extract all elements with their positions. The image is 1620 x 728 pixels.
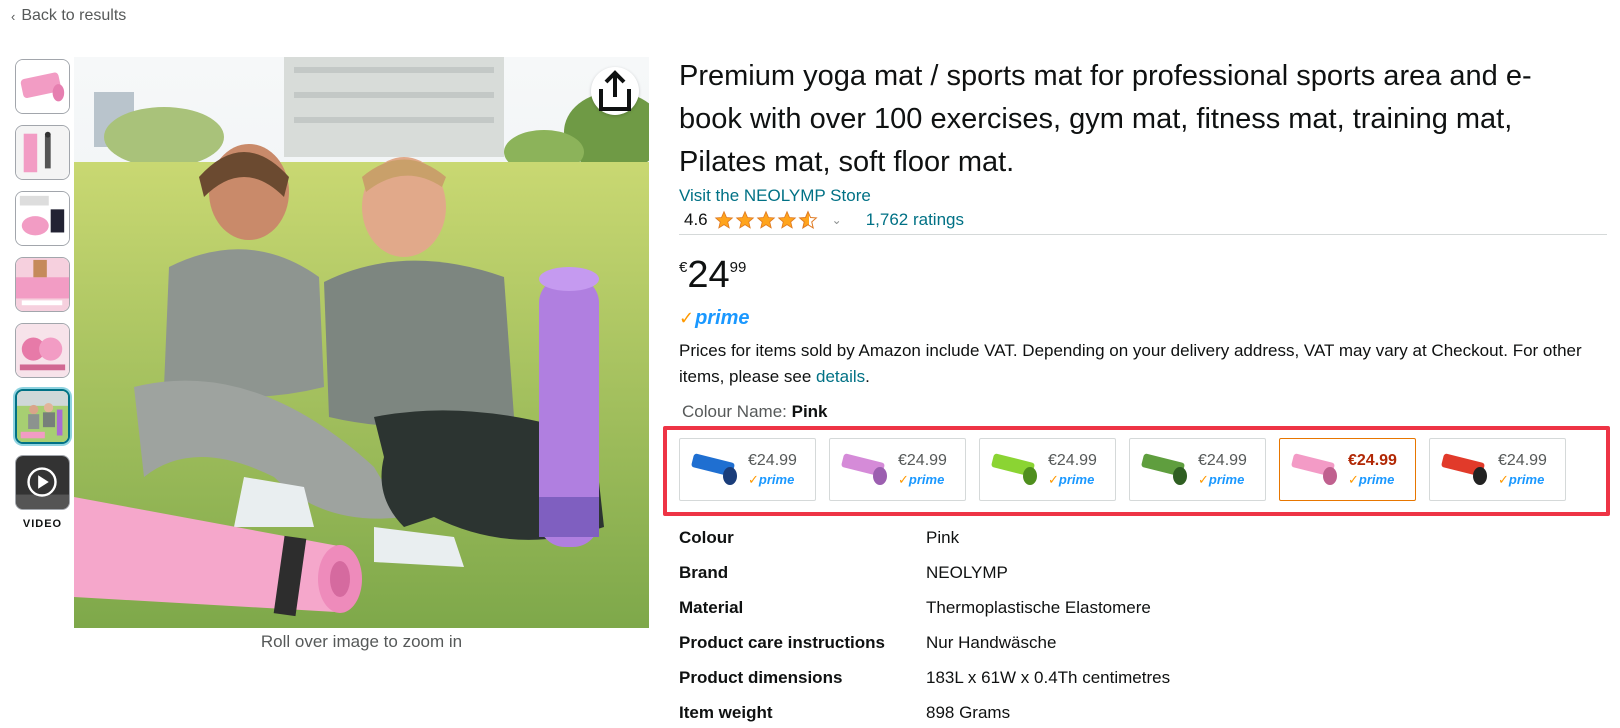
price-fraction: 99 — [729, 259, 747, 276]
yoga-mat-pink-icon — [1291, 453, 1337, 485]
swatch-price: €24.99 — [1348, 451, 1397, 469]
share-button[interactable] — [591, 67, 639, 115]
spec-value: Pink — [926, 527, 960, 547]
zoom-hint: Roll over image to zoom in — [260, 632, 463, 651]
thumbnail-6[interactable] — [15, 389, 70, 444]
colour-swatch-blue[interactable]: €24.99 ✓prime — [679, 438, 816, 501]
rating-row: 4.6 ⌄ 1,762 ratings — [679, 210, 1607, 235]
star-icon — [714, 210, 734, 229]
star-icon — [735, 210, 755, 229]
star-icon — [777, 210, 797, 229]
spec-row-dimensions: Product dimensions 183L x 61W x 0.4Th ce… — [679, 660, 1609, 695]
colour-name-value: Pink — [791, 402, 828, 421]
vat-text: Prices for items sold by Amazon include … — [679, 341, 1582, 386]
price-currency: € — [679, 259, 688, 276]
colour-swatch-red[interactable]: €24.99 ✓prime — [1429, 438, 1566, 501]
thumbnail-2[interactable] — [15, 125, 70, 180]
spec-value: Thermoplastische Elastomere — [926, 597, 1151, 617]
colour-swatch-lime[interactable]: €24.99 ✓prime — [979, 438, 1116, 501]
product-title: Premium yoga mat / sports mat for profes… — [679, 60, 1532, 178]
share-icon — [599, 70, 631, 111]
spec-key: Brand — [679, 562, 729, 582]
colour-swatch-pink-selected[interactable]: €24.99 ✓prime — [1279, 438, 1416, 501]
spec-value: NEOLYMP — [926, 562, 1008, 582]
colour-name-row: Colour Name: Pink — [679, 402, 1609, 422]
spec-key: Item weight — [679, 702, 773, 722]
chevron-left-icon: ‹ — [11, 8, 16, 24]
swatch-price: €24.99 — [1048, 451, 1097, 469]
swatch-prime: ✓prime — [1498, 471, 1545, 487]
swatch-prime: ✓prime — [1048, 471, 1095, 487]
spec-row-brand: Brand NEOLYMP — [679, 555, 1609, 590]
yoga-mat-red-icon — [1441, 453, 1487, 485]
swatch-prime: ✓prime — [898, 471, 945, 487]
thumbnail-3[interactable] — [15, 191, 70, 246]
ratings-count-link[interactable]: 1,762 ratings — [866, 210, 964, 230]
vat-details-link[interactable]: details — [816, 367, 865, 386]
spec-row-care: Product care instructions Nur Handwäsche — [679, 625, 1609, 660]
spec-row-weight: Item weight 898 Grams — [679, 695, 1609, 728]
spec-value: 183L x 61W x 0.4Th centimetres — [926, 667, 1171, 687]
back-to-results-link[interactable]: ‹ Back to results — [11, 7, 126, 25]
spec-key: Product care instructions — [679, 632, 885, 652]
spec-row-colour: Colour Pink — [679, 520, 1609, 555]
spec-key: Colour — [679, 527, 734, 547]
price-whole: 24 — [687, 254, 730, 296]
yoga-mat-purple-icon — [841, 453, 887, 485]
yoga-mat-green-icon — [1141, 453, 1187, 485]
vat-text-suffix: . — [865, 367, 870, 386]
video-label: VIDEO — [22, 518, 63, 530]
price: € 24 99 — [679, 255, 1609, 295]
thumbnail-video[interactable] — [15, 455, 70, 510]
thumbnail-4[interactable] — [15, 257, 70, 312]
yoga-mat-blue-icon — [691, 453, 737, 485]
prime-check-icon: ✓ — [679, 308, 695, 328]
spec-row-material: Material Thermoplastische Elastomere — [679, 590, 1609, 625]
colour-swatch-green[interactable]: €24.99 ✓prime — [1129, 438, 1266, 501]
spec-value: 898 Grams — [926, 702, 1011, 722]
rating-value: 4.6 — [684, 210, 708, 229]
rating-chevron-down-icon[interactable]: ⌄ — [832, 213, 842, 227]
main-product-image[interactable] — [74, 57, 649, 628]
thumbnail-1[interactable] — [15, 59, 70, 114]
swatch-price: €24.99 — [748, 451, 797, 469]
colour-swatch-purple[interactable]: €24.99 ✓prime — [829, 438, 966, 501]
colour-swatches: €24.99 ✓prime €24.99 ✓prime €24.99 ✓prim… — [663, 426, 1610, 516]
prime-logo: ✓ prime — [679, 307, 1609, 330]
star-rating[interactable] — [714, 210, 818, 230]
colour-name-label: Colour Name: — [682, 402, 792, 421]
half-star-icon — [798, 210, 818, 229]
swatch-price: €24.99 — [1498, 451, 1547, 469]
product-details: Premium yoga mat / sports mat for profes… — [663, 55, 1610, 728]
spec-key: Product dimensions — [679, 667, 843, 687]
spec-key: Material — [679, 597, 744, 617]
back-to-results-label: Back to results — [21, 7, 127, 24]
swatch-prime: ✓prime — [1348, 471, 1395, 487]
star-icon — [756, 210, 776, 229]
thumbnail-strip: VIDEO — [15, 59, 70, 530]
yoga-mat-lime-icon — [991, 453, 1037, 485]
vat-notice: Prices for items sold by Amazon include … — [679, 338, 1609, 390]
thumbnail-5[interactable] — [15, 323, 70, 378]
swatch-price: €24.99 — [898, 451, 947, 469]
store-link[interactable]: Visit the NEOLYMP Store — [679, 186, 871, 206]
prime-label: prime — [695, 307, 750, 329]
swatch-price: €24.99 — [1198, 451, 1247, 469]
spec-value: Nur Handwäsche — [926, 632, 1057, 652]
swatch-prime: ✓prime — [748, 471, 795, 487]
swatch-prime: ✓prime — [1198, 471, 1245, 487]
product-specs-table: Colour Pink Brand NEOLYMP Material Therm… — [679, 520, 1609, 728]
